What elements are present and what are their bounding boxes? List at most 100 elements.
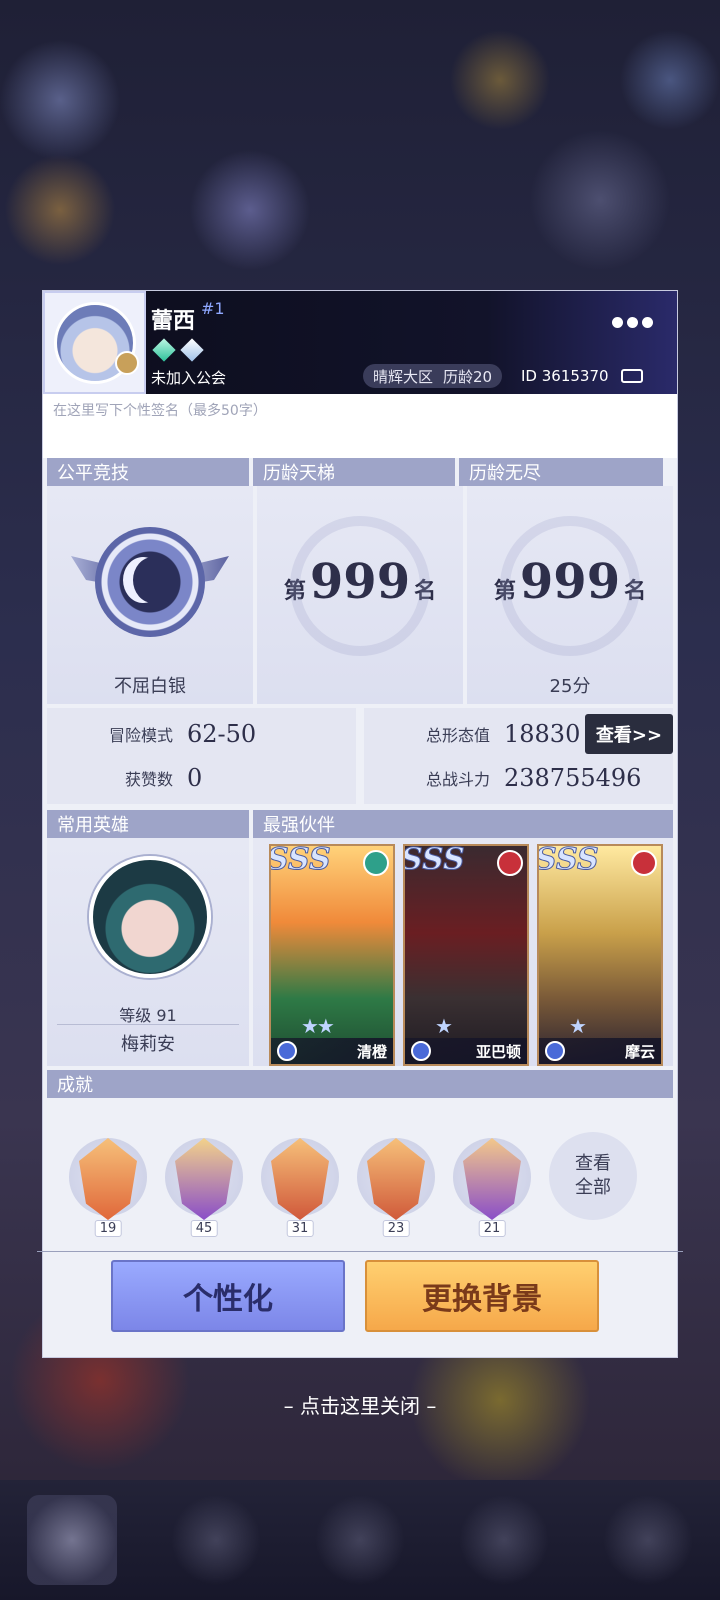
bottom-navigation [0,1480,720,1600]
stat-adventure: 冒险模式 62-50 [47,712,356,756]
nav-item-5[interactable] [603,1495,693,1585]
personalize-button[interactable]: 个性化 [111,1260,345,1332]
stat-value: 238755496 [504,764,642,792]
divider [57,1024,239,1025]
arena-rank-cell[interactable]: 不屈白银 [47,486,253,704]
achievement-medal[interactable]: 21 [453,1138,531,1242]
guild-status: 未加入公会 [151,369,227,387]
view-form-button[interactable]: 查看>> [585,714,673,754]
server-pill: 晴辉大区 历龄20 [363,364,503,388]
endless-rank-cell[interactable]: 第 999 名 25分 [467,486,673,704]
favorite-hero[interactable]: 等级 91 梅莉安 [47,838,249,1066]
nav-item-1[interactable] [27,1495,117,1585]
nature-element-icon [363,850,389,876]
dot-icon [642,317,653,328]
hero-headers: 常用英雄 最强伙伴 [43,804,677,838]
stat-label: 总战斗力 [425,770,490,789]
medal-count: 19 [94,1220,122,1237]
rarity-badge: SSS [269,844,331,878]
view-all-line2: 全部 [575,1177,611,1198]
tab-ladder: 历龄天梯 [253,458,455,486]
fav-hero-name: 梅莉安 [121,1034,175,1055]
medal-count: 23 [382,1220,410,1237]
stats-left: 冒险模式 62-50 获赞数 0 [47,708,356,804]
partner-card[interactable]: SSS ★★ 清橙 [269,844,395,1066]
fav-hero-avatar [89,856,211,978]
achievements-header-wrap: 成就 [43,1066,677,1098]
arena-tier: 不屈白银 [114,676,186,697]
achievement-medal[interactable]: 23 [357,1138,435,1242]
nav-item-3[interactable] [315,1495,405,1585]
copy-icon[interactable] [621,369,643,383]
view-all-label: 查看 全部 [575,1152,611,1200]
star-icons: ★ [435,1014,453,1038]
ladder-rank-cell[interactable]: 第 999 名 [257,486,463,704]
class-icon [277,1041,297,1061]
stat-label: 总形态值 [425,726,490,745]
partners-header: 最强伙伴 [253,810,673,838]
achievement-medals: 19 45 31 23 21 查看全部 [37,1098,683,1252]
achievement-medal[interactable]: 31 [261,1138,339,1242]
rarity-badge: SSS [537,844,599,878]
tab-fair-arena: 公平竞技 [47,458,249,486]
partner-card[interactable]: SSS ★ 亚巴顿 [403,844,529,1066]
player-rank-tag: #1 [201,299,225,318]
green-gem-icon [152,338,176,362]
player-age: 历龄20 [443,367,493,386]
stat-label: 获赞数 [124,770,173,789]
stat-value: 18830 [504,720,581,748]
stat-value: 62-50 [187,720,257,748]
more-options-button[interactable] [612,317,653,328]
fire-element-icon [497,850,523,876]
view-all-line1: 查看 [575,1153,611,1174]
divider [37,1251,683,1252]
medal-count: 31 [286,1220,314,1237]
nav-item-4[interactable] [459,1495,549,1585]
fav-hero-header: 常用英雄 [47,810,249,838]
dot-icon [627,317,638,328]
rarity-badge: SSS [403,844,465,878]
fire-element-icon [631,850,657,876]
signature-input[interactable]: 在这里写下个性签名（最多50字） [43,394,677,458]
silver-moon-emblem-icon [95,527,205,637]
star-icons: ★ [569,1014,587,1038]
card-footer: 摩云 [539,1038,661,1064]
stat-form: 总形态值 18830 查看>> [364,712,673,756]
partner-name: 亚巴顿 [475,1042,521,1061]
card-footer: 清橙 [271,1038,393,1064]
partner-card[interactable]: SSS ★ 摩云 [537,844,663,1066]
endless-emblem-watermark [500,516,640,656]
nav-item-2[interactable] [171,1495,261,1585]
player-profile-panel: 蕾西 #1 未加入公会 晴辉大区 历龄20 ID 3615370 在这里写下个性… [37,290,683,1358]
stats-right: 总形态值 18830 查看>> 总战斗力 238755496 [364,708,673,804]
medal-count: 45 [190,1220,218,1237]
star-icons: ★★ [301,1014,335,1038]
stats-block: 冒险模式 62-50 获赞数 0 总形态值 18830 查看>> 总战斗力 23… [43,704,677,804]
fav-hero-level: 等级 91 [119,1006,177,1025]
stat-label: 冒险模式 [108,726,173,745]
hero-area: 等级 91 梅莉安 SSS ★★ 清橙 SSS ★ 亚巴顿 SSS ★ 摩云 [43,838,677,1066]
avatar-portrait [53,301,139,384]
action-buttons: 个性化 更换背景 [43,1248,677,1332]
change-background-button[interactable]: 更换背景 [365,1260,599,1332]
badge-gems [152,338,204,362]
player-avatar[interactable] [43,291,146,394]
tab-endless: 历龄无尽 [459,458,663,486]
player-id: ID 3615370 [521,367,609,385]
achievement-medal[interactable]: 45 [165,1138,243,1242]
close-hint[interactable]: – 点击这里关闭 – [0,1390,720,1419]
shield-class-icon [411,1041,431,1061]
card-footer: 亚巴顿 [405,1038,527,1064]
white-diamond-icon [180,338,204,362]
stat-value: 0 [187,764,203,792]
achievements-header: 成就 [47,1070,673,1098]
partner-list: SSS ★★ 清橙 SSS ★ 亚巴顿 SSS ★ 摩云 [253,838,673,1066]
player-name: 蕾西 [151,308,196,334]
rank-headers: 公平竞技 历龄天梯 历龄无尽 [43,458,677,486]
endless-score: 25分 [549,676,591,697]
view-all-achievements-button[interactable]: 查看 全部 [549,1132,637,1220]
stat-power: 总战斗力 238755496 [364,756,673,800]
partner-name: 摩云 [624,1042,655,1061]
stat-likes: 获赞数 0 [47,756,356,800]
achievement-medal[interactable]: 19 [69,1138,147,1242]
